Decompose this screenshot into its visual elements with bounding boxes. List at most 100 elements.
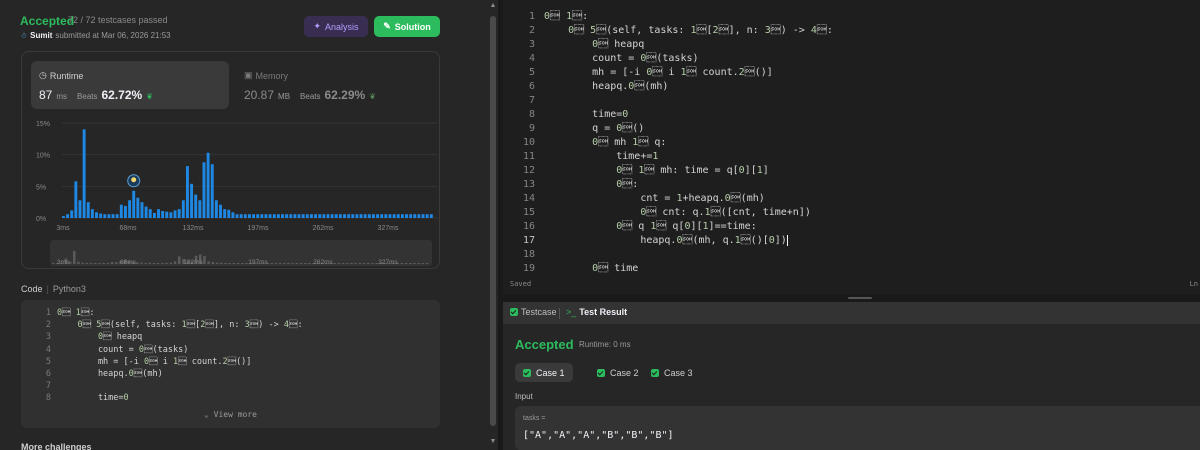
histogram-bar[interactable] [206, 152, 210, 218]
case-tab-2[interactable]: Case 2 [589, 363, 647, 382]
histogram-bar[interactable] [276, 214, 280, 218]
histogram-bar[interactable] [285, 214, 289, 218]
tab-testcase[interactable]: Testcase [510, 307, 557, 317]
runtime-distribution-chart[interactable]: 15%10%5%0%3ms68ms132ms197ms262ms327ms392… [22, 52, 441, 270]
editor-line[interactable]: 9 q = 0() [503, 121, 1200, 136]
histogram-bar[interactable] [202, 162, 206, 218]
scroll-down-icon[interactable]: ▼ [489, 438, 497, 446]
histogram-bar[interactable] [326, 214, 330, 218]
case-tab-1[interactable]: Case 1 [515, 363, 573, 382]
histogram-bar[interactable] [198, 200, 202, 218]
histogram-bar[interactable] [248, 214, 251, 218]
drag-handle-icon[interactable] [848, 297, 872, 299]
histogram-bar[interactable] [140, 202, 144, 218]
histogram-bar[interactable] [334, 214, 338, 218]
histogram-bar[interactable] [239, 214, 243, 218]
editor-line[interactable]: 18 [503, 247, 1200, 262]
histogram-bar[interactable] [103, 214, 107, 218]
histogram-bar[interactable] [144, 206, 148, 218]
histogram-bar[interactable] [380, 214, 384, 218]
histogram-bar[interactable] [359, 214, 363, 218]
histogram-bar[interactable] [243, 214, 247, 218]
editor-line[interactable]: 12 0 1 mh: time = q[0][1] [503, 163, 1200, 178]
histogram-bar[interactable] [66, 214, 70, 218]
histogram-bar[interactable] [95, 212, 98, 218]
editor-line[interactable]: 19 0 time [503, 261, 1200, 276]
histogram-bar[interactable] [74, 181, 78, 218]
histogram-bar[interactable] [148, 209, 152, 218]
editor-line[interactable]: 11 time+=1 [503, 149, 1200, 164]
histogram-bar[interactable] [86, 202, 90, 218]
histogram-bar[interactable] [111, 214, 115, 218]
editor-line[interactable]: 2 0 5(self, tasks: 1[2], n: 3) -> 4… [503, 23, 1200, 38]
histogram-bar[interactable] [181, 200, 185, 218]
histogram-bar[interactable] [384, 214, 388, 218]
histogram-bar[interactable] [260, 214, 264, 218]
histogram-bar[interactable] [173, 210, 177, 218]
histogram-bar[interactable] [343, 214, 346, 218]
horizontal-splitter[interactable] [503, 294, 1200, 302]
histogram-bar[interactable] [305, 214, 309, 218]
histogram-bar[interactable] [413, 214, 417, 218]
solution-button[interactable]: ✎ Solution [374, 16, 440, 37]
editor-line[interactable]: 8 time=0 [503, 107, 1200, 122]
histogram-bar[interactable] [301, 214, 305, 218]
editor-line[interactable]: 17 heapq.0(mh, q.1()[0]) [503, 233, 1200, 248]
histogram-bar[interactable] [235, 214, 239, 218]
histogram-bar[interactable] [289, 214, 293, 218]
histogram-bar[interactable] [223, 209, 227, 218]
histogram-bar[interactable] [82, 129, 86, 218]
range-selector[interactable] [50, 240, 432, 266]
scrollbar-thumb[interactable] [490, 16, 496, 426]
histogram-bar[interactable] [264, 214, 268, 218]
histogram-bar[interactable] [227, 209, 231, 218]
histogram-bar[interactable] [152, 212, 156, 218]
histogram-bar[interactable] [367, 214, 371, 218]
editor-line[interactable]: 4 count = 0(tasks) [503, 51, 1200, 66]
editor-line[interactable]: 10 0 mh 1 q: [503, 135, 1200, 150]
histogram-bar[interactable] [330, 214, 334, 218]
histogram-bar[interactable] [132, 190, 136, 218]
histogram-bar[interactable] [372, 214, 375, 218]
histogram-bar[interactable] [161, 211, 165, 218]
histogram-bar[interactable] [376, 214, 380, 218]
editor-line[interactable]: 1 0 1: [503, 9, 1200, 24]
histogram-bar[interactable] [355, 214, 359, 218]
histogram-bar[interactable] [314, 214, 318, 218]
editor-line[interactable]: 5 mh = [-i 0 i 1 count.2()] [503, 65, 1200, 80]
histogram-bar[interactable] [169, 212, 173, 218]
histogram-bar[interactable] [268, 214, 272, 218]
histogram-bar[interactable] [293, 214, 297, 218]
editor-line[interactable]: 16 0 q 1 q[0][1]==time: [503, 219, 1200, 234]
histogram-bar[interactable] [417, 214, 421, 218]
histogram-bar[interactable] [124, 205, 127, 218]
histogram-bar[interactable] [272, 214, 276, 218]
editor-line[interactable]: 15 0 cnt: q.1([cnt, time+n]) [503, 205, 1200, 220]
histogram-bar[interactable] [165, 211, 169, 218]
histogram-bar[interactable] [70, 210, 74, 218]
histogram-bar[interactable] [363, 214, 367, 218]
histogram-bar[interactable] [405, 214, 408, 218]
histogram-bar[interactable] [310, 214, 313, 218]
editor-line[interactable]: 3 0 heapq [503, 37, 1200, 52]
histogram-bar[interactable] [99, 213, 103, 218]
histogram-bar[interactable] [409, 214, 413, 218]
histogram-bar[interactable] [107, 214, 111, 218]
histogram-bar[interactable] [190, 183, 194, 218]
tab-test-result[interactable]: >_ Test Result [566, 307, 627, 317]
histogram-bar[interactable] [421, 214, 425, 218]
histogram-bar[interactable] [281, 214, 284, 218]
histogram-bar[interactable] [186, 166, 189, 218]
editor-line[interactable]: 7 [503, 93, 1200, 108]
analysis-button[interactable]: ✦ Analysis [304, 16, 368, 37]
histogram-bar[interactable] [90, 209, 94, 218]
histogram-bar[interactable] [322, 214, 326, 218]
histogram-bar[interactable] [425, 214, 429, 218]
code-editor[interactable]: 1 0 1: 2 0 5(self, tasks: 1[2], n: 3… [503, 0, 1200, 294]
histogram-bar[interactable] [256, 214, 260, 218]
editor-line[interactable]: 13 0: [503, 177, 1200, 192]
histogram-bar[interactable] [231, 212, 235, 218]
histogram-bar[interactable] [429, 214, 433, 218]
histogram-bar[interactable] [396, 214, 400, 218]
histogram-bar[interactable] [392, 214, 396, 218]
